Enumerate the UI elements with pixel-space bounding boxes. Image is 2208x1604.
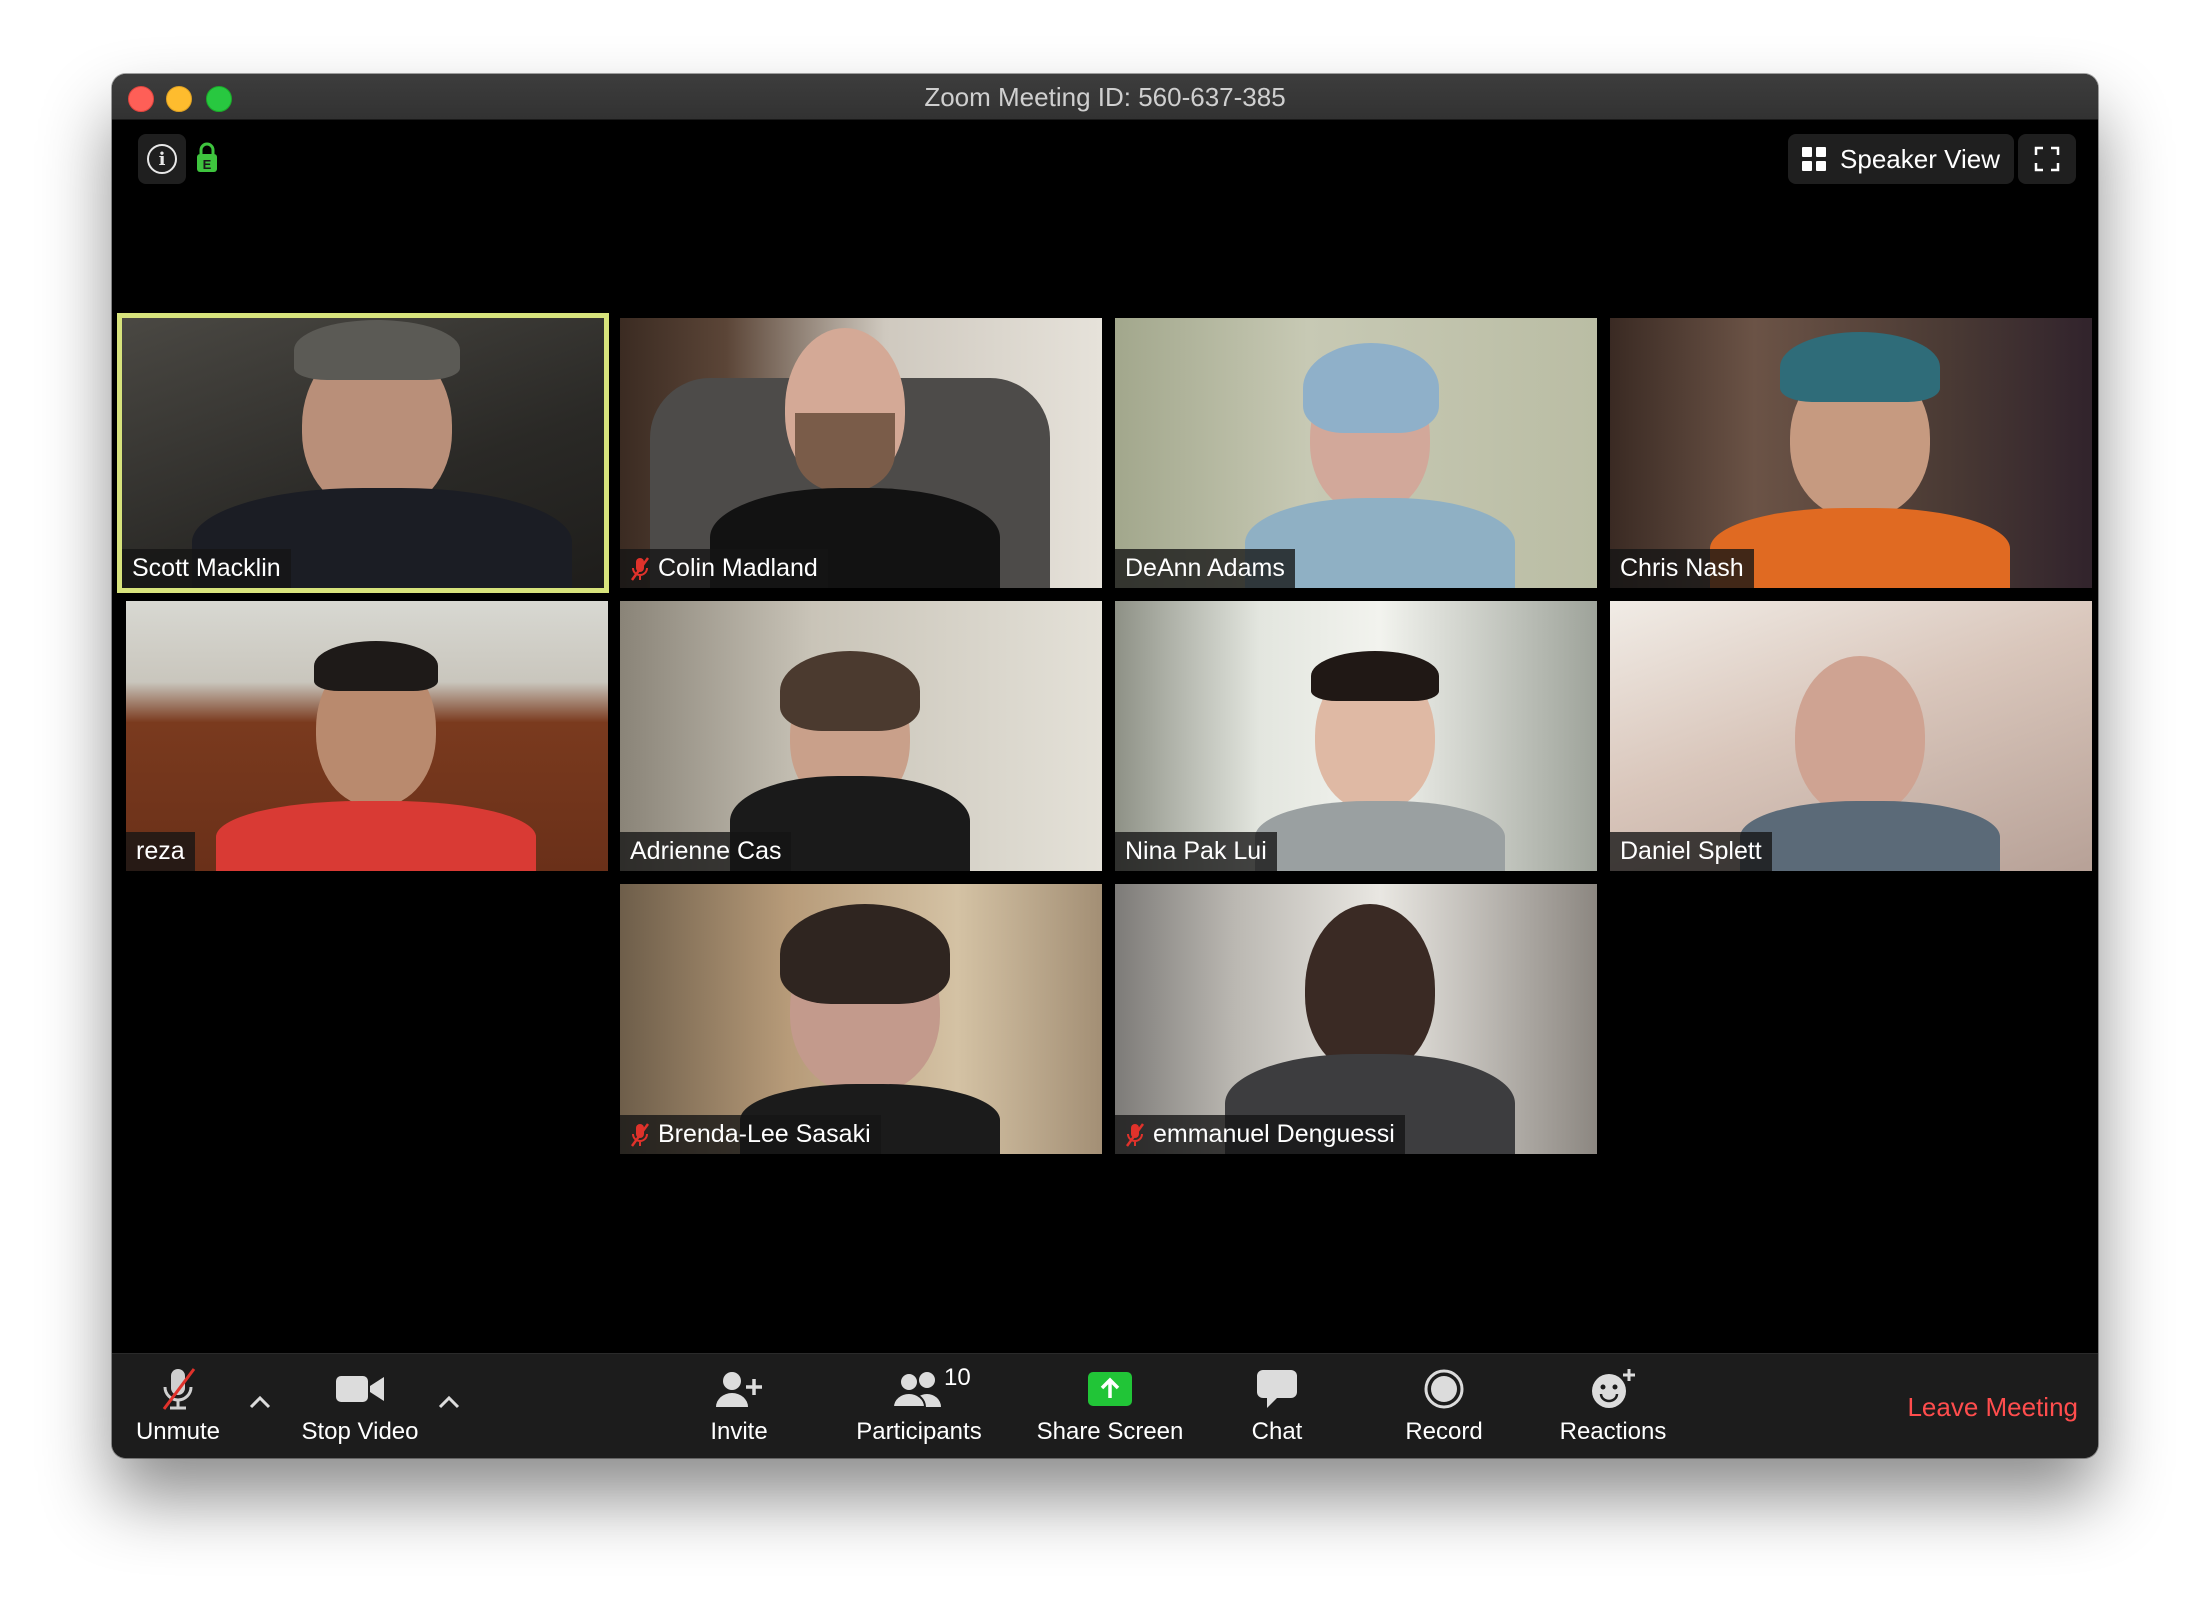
muted-mic-icon xyxy=(1125,1122,1145,1147)
svg-text:E: E xyxy=(203,157,212,172)
reactions-button[interactable]: Reactions xyxy=(1548,1364,1678,1446)
meeting-info-button[interactable]: i xyxy=(138,134,186,184)
participant-name: emmanuel Denguessi xyxy=(1153,1120,1395,1148)
participant-name: reza xyxy=(136,837,185,865)
fullscreen-icon xyxy=(2034,146,2060,172)
participants-button[interactable]: 10 Participants xyxy=(844,1364,994,1446)
participant-name: Colin Madland xyxy=(658,554,818,582)
video-tile[interactable]: Scott Macklin xyxy=(117,313,609,593)
participant-name: Nina Pak Lui xyxy=(1125,837,1267,865)
participants-icon xyxy=(891,1372,941,1408)
meeting-toolbar: Unmute Stop Video Invite 10 Participants… xyxy=(112,1353,2098,1458)
encryption-lock-icon[interactable]: E xyxy=(194,142,220,174)
speaker-view-label: Speaker View xyxy=(1840,143,2000,174)
participant-name-tag: Nina Pak Lui xyxy=(1115,832,1277,871)
participants-label: Participants xyxy=(856,1418,982,1445)
video-tile[interactable]: reza xyxy=(126,601,608,871)
video-options-chevron-icon[interactable] xyxy=(436,1392,462,1412)
add-reaction-icon xyxy=(1592,1369,1635,1408)
record-button[interactable]: Record xyxy=(1394,1364,1494,1446)
participant-name: Scott Macklin xyxy=(132,554,281,582)
muted-mic-icon xyxy=(630,556,650,581)
stop-video-button[interactable]: Stop Video xyxy=(290,1364,430,1446)
video-tile[interactable]: Colin Madland xyxy=(620,318,1102,588)
chat-button[interactable]: Chat xyxy=(1232,1364,1322,1446)
video-tile[interactable]: Adrienne Cas xyxy=(620,601,1102,871)
video-tile[interactable]: emmanuel Denguessi xyxy=(1115,884,1597,1154)
muted-microphone-icon xyxy=(162,1368,196,1410)
chat-bubble-icon xyxy=(1257,1370,1297,1408)
unmute-button[interactable]: Unmute xyxy=(128,1364,228,1446)
leave-meeting-button[interactable]: Leave Meeting xyxy=(1907,1392,2078,1423)
info-icon: i xyxy=(147,144,177,174)
zoom-window: Zoom Meeting ID: 560-637-385 i E Speaker… xyxy=(112,74,2098,1458)
participant-name-tag: Daniel Splett xyxy=(1610,832,1772,871)
participant-name: Daniel Splett xyxy=(1620,837,1762,865)
stop-video-label: Stop Video xyxy=(301,1418,419,1445)
participant-name-tag: Brenda-Lee Sasaki xyxy=(620,1115,881,1154)
share-screen-label: Share Screen xyxy=(1036,1418,1184,1445)
video-tile[interactable]: Nina Pak Lui xyxy=(1115,601,1597,871)
video-tile[interactable]: Daniel Splett xyxy=(1610,601,2092,871)
title-bar: Zoom Meeting ID: 560-637-385 xyxy=(112,74,2098,120)
audio-options-chevron-icon[interactable] xyxy=(247,1392,273,1412)
record-label: Record xyxy=(1405,1418,1483,1445)
share-screen-button[interactable]: Share Screen xyxy=(1030,1364,1190,1446)
muted-mic-icon xyxy=(630,1122,650,1147)
unmute-label: Unmute xyxy=(135,1418,221,1445)
participant-name: Chris Nash xyxy=(1620,554,1744,582)
window-title: Zoom Meeting ID: 560-637-385 xyxy=(924,82,1286,112)
view-grid-icon xyxy=(1802,147,1827,171)
video-tile[interactable]: DeAnn Adams xyxy=(1115,318,1597,588)
fullscreen-button[interactable] xyxy=(2018,134,2076,184)
reactions-label: Reactions xyxy=(1559,1418,1667,1445)
video-tile[interactable]: Chris Nash xyxy=(1610,318,2092,588)
video-tile[interactable]: Brenda-Lee Sasaki xyxy=(620,884,1102,1154)
share-screen-icon xyxy=(1088,1372,1132,1406)
video-camera-icon xyxy=(336,1376,384,1402)
participant-name-tag: DeAnn Adams xyxy=(1115,549,1295,588)
participant-name-tag: Chris Nash xyxy=(1610,549,1754,588)
participant-name-tag: Scott Macklin xyxy=(122,549,291,588)
participants-count: 10 xyxy=(944,1364,971,1391)
record-icon xyxy=(1424,1369,1464,1409)
participant-name: DeAnn Adams xyxy=(1125,554,1285,582)
participant-name: Brenda-Lee Sasaki xyxy=(658,1120,871,1148)
participant-name-tag: Colin Madland xyxy=(620,549,828,588)
participant-name-tag: Adrienne Cas xyxy=(620,832,792,871)
invite-button[interactable]: Invite xyxy=(684,1364,794,1446)
speaker-view-button[interactable]: Speaker View xyxy=(1788,134,2014,184)
participant-name-tag: emmanuel Denguessi xyxy=(1115,1115,1405,1154)
invite-label: Invite xyxy=(710,1418,768,1445)
participant-name: Adrienne Cas xyxy=(630,837,782,865)
add-person-icon xyxy=(716,1372,762,1407)
participant-name-tag: reza xyxy=(126,832,195,871)
chat-label: Chat xyxy=(1251,1418,1303,1445)
